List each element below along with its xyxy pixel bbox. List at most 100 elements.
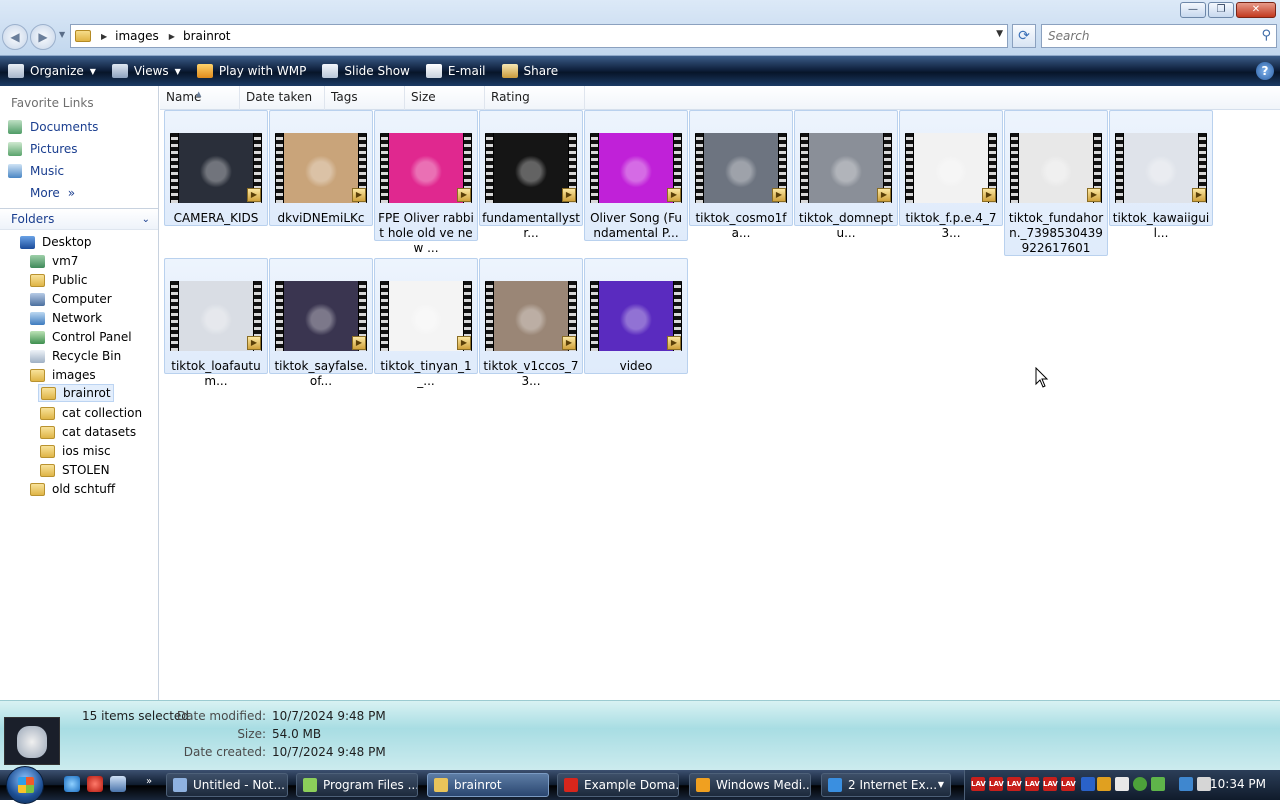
file-item[interactable]: ▶ tiktok_tinyan_1_... xyxy=(374,258,478,388)
tree-network[interactable]: Network xyxy=(30,309,102,327)
breadcrumb-chevron-icon[interactable]: ▶ xyxy=(101,32,107,41)
favorite-pictures[interactable]: Pictures xyxy=(8,142,78,156)
email-label: E-mail xyxy=(447,64,486,78)
antivirus-icon[interactable]: LAV xyxy=(1061,777,1076,791)
notepad-icon[interactable] xyxy=(1115,777,1129,791)
file-item[interactable]: ▶ tiktok_v1ccos_73... xyxy=(479,258,583,388)
slide-show-button[interactable]: Slide Show xyxy=(322,64,410,78)
antivirus-icon[interactable]: LAV xyxy=(989,777,1004,791)
help-icon[interactable]: ? xyxy=(1256,62,1274,80)
email-button[interactable]: E-mail xyxy=(425,64,486,78)
file-item[interactable]: ▶ FPE Oliver rabbit hole old ve new ... xyxy=(374,110,478,255)
opera-icon[interactable] xyxy=(87,776,103,792)
tree-public[interactable]: Public xyxy=(30,271,88,289)
taskbar-button[interactable]: Untitled - Not... xyxy=(166,773,288,797)
file-item[interactable]: ▶ tiktok_domneptu... xyxy=(794,110,898,240)
file-name: fundamentallystr... xyxy=(482,211,580,240)
thumbnail-frame xyxy=(179,133,253,203)
forward-button[interactable]: ▶ xyxy=(30,24,56,50)
clock[interactable]: 10:34 PM xyxy=(1210,777,1266,791)
file-item[interactable]: ▶ tiktok_fundahorn._7398530439922617601 xyxy=(1004,110,1108,256)
volume-icon[interactable] xyxy=(1197,777,1211,791)
recent-pages-dropdown-icon[interactable]: ▼ xyxy=(59,30,65,39)
search-icon[interactable]: ⚲ xyxy=(1261,28,1271,43)
taskbar-button[interactable]: Example Doma... xyxy=(557,773,679,797)
file-item[interactable]: ▶ CAMERA_KIDS xyxy=(164,110,268,226)
favorite-music[interactable]: Music xyxy=(8,164,64,178)
column-tags[interactable]: Tags xyxy=(325,86,405,110)
share-button[interactable]: Share xyxy=(501,64,558,78)
column-rating[interactable]: Rating xyxy=(485,86,585,110)
favorite-documents[interactable]: Documents xyxy=(8,120,98,134)
film-strip xyxy=(485,133,494,203)
tree-ios-misc[interactable]: ios misc xyxy=(40,442,111,460)
file-item[interactable]: ▶ dkviDNEmiLKc xyxy=(269,110,373,226)
play-with-wmp-button[interactable]: Play with WMP xyxy=(196,64,306,78)
search-box[interactable]: ⚲ xyxy=(1041,24,1277,48)
refresh-button[interactable]: ⟳ xyxy=(1012,24,1036,48)
breadcrumb-brainrot[interactable]: brainrot xyxy=(183,29,231,43)
tree-images[interactable]: images xyxy=(30,366,96,384)
back-button[interactable]: ◀ xyxy=(2,24,28,50)
organize-button[interactable]: Organize ▼ xyxy=(8,64,96,78)
internet-explorer-icon[interactable] xyxy=(64,776,80,792)
file-item[interactable]: ▶ video xyxy=(584,258,688,374)
column-name[interactable]: ▲ Name xyxy=(160,86,240,110)
tree-stolen[interactable]: STOLEN xyxy=(40,461,110,479)
breadcrumb-images[interactable]: images xyxy=(115,29,159,43)
play-badge-icon: ▶ xyxy=(1192,188,1206,202)
search-input[interactable] xyxy=(1048,29,1248,43)
taskbar-button[interactable]: 2 Internet Ex... ▼ xyxy=(821,773,951,797)
play-badge-icon: ▶ xyxy=(352,188,366,202)
minimize-button[interactable]: — xyxy=(1180,2,1206,18)
tree-recycle-bin[interactable]: Recycle Bin xyxy=(30,347,121,365)
tree-cat-collection[interactable]: cat collection xyxy=(40,404,142,422)
tree-computer[interactable]: Computer xyxy=(30,290,112,308)
tree-control-panel[interactable]: Control Panel xyxy=(30,328,132,346)
file-item[interactable]: ▶ tiktok_f.p.e.4_73... xyxy=(899,110,1003,240)
file-item[interactable]: ▶ Oliver Song (Fundamental P... xyxy=(584,110,688,241)
tree-brainrot[interactable]: brainrot xyxy=(38,384,114,402)
file-name: video xyxy=(619,359,653,373)
file-item[interactable]: ▶ fundamentallystr... xyxy=(479,110,583,240)
address-bar[interactable]: ▶ images ▶ brainrot ▼ xyxy=(70,24,1008,48)
show-desktop-icon[interactable] xyxy=(110,776,126,792)
security-shield-icon[interactable] xyxy=(1097,777,1111,791)
maximize-button[interactable]: ❐ xyxy=(1208,2,1234,18)
update-icon[interactable] xyxy=(1133,777,1147,791)
checkmark-icon[interactable] xyxy=(1151,777,1165,791)
tree-desktop[interactable]: Desktop xyxy=(20,233,92,251)
antivirus-icon[interactable]: LAV xyxy=(1043,777,1058,791)
system-tray: LAV LAV LAV LAV LAV LAV 10:34 PM xyxy=(964,770,1280,800)
film-strip xyxy=(275,281,284,351)
date-modified-value: 10/7/2024 9:48 PM xyxy=(272,709,386,723)
tree-label: ios misc xyxy=(62,444,111,458)
file-item[interactable]: ▶ tiktok_loafautum... xyxy=(164,258,268,388)
column-size[interactable]: Size xyxy=(405,86,485,110)
start-button[interactable] xyxy=(6,766,44,804)
command-toolbar: Organize ▼ Views ▼ Play with WMP Slide S… xyxy=(0,56,1280,86)
video-thumbnail: ▶ xyxy=(905,133,997,203)
favorite-more[interactable]: More » xyxy=(30,186,75,200)
tree-cat-datasets[interactable]: cat datasets xyxy=(40,423,136,441)
views-button[interactable]: Views ▼ xyxy=(111,64,181,78)
breadcrumb-chevron-icon[interactable]: ▶ xyxy=(169,32,175,41)
network-tray-icon[interactable] xyxy=(1179,777,1193,791)
file-item[interactable]: ▶ tiktok_cosmo1fa... xyxy=(689,110,793,240)
taskbar-button[interactable]: Windows Medi... xyxy=(689,773,811,797)
antivirus-icon[interactable]: LAV xyxy=(1025,777,1040,791)
taskbar-button[interactable]: brainrot xyxy=(427,773,549,797)
folders-header[interactable]: Folders ⌄ xyxy=(0,208,158,230)
bluetooth-icon[interactable] xyxy=(1081,777,1095,791)
address-dropdown-icon[interactable]: ▼ xyxy=(996,29,1003,39)
column-date-taken[interactable]: Date taken xyxy=(240,86,325,110)
taskbar-button[interactable]: Program Files ... xyxy=(296,773,418,797)
tree-vm7[interactable]: vm7 xyxy=(30,252,78,270)
file-item[interactable]: ▶ tiktok_sayfalse.of... xyxy=(269,258,373,388)
quicklaunch-more-icon[interactable]: » xyxy=(146,776,152,787)
close-button[interactable]: ✕ xyxy=(1236,2,1276,18)
file-item[interactable]: ▶ tiktok_kawaiiguil... xyxy=(1109,110,1213,240)
antivirus-icon[interactable]: LAV xyxy=(1007,777,1022,791)
antivirus-icon[interactable]: LAV xyxy=(971,777,986,791)
tree-old-schtuff[interactable]: old schtuff xyxy=(30,480,115,498)
